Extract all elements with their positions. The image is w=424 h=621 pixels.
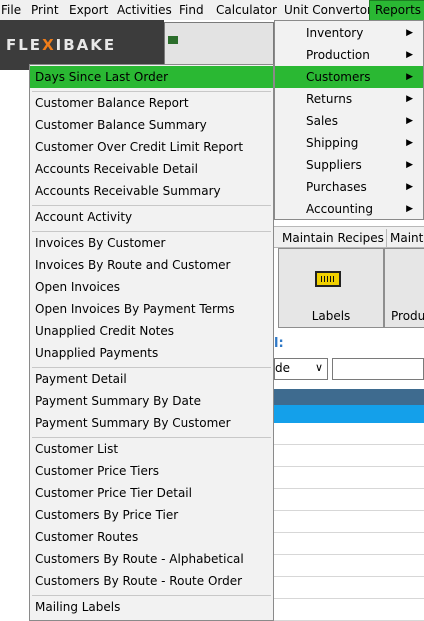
grid-selected-row[interactable] — [274, 405, 424, 423]
customers-item-ar-summary[interactable]: Accounts Receivable Summary — [30, 180, 273, 202]
folder-icon[interactable] — [168, 36, 178, 44]
reports-item-label: Shipping — [306, 136, 359, 150]
filter-input[interactable] — [332, 358, 424, 380]
customers-item-by-route-order[interactable]: Customers By Route - Route Order — [30, 570, 273, 592]
production-tile-label: Produ — [391, 309, 424, 323]
reports-item-label: Suppliers — [306, 158, 362, 172]
customers-item-customer-list[interactable]: Customer List — [30, 438, 273, 460]
reports-menu: Inventory ▶ Production ▶ Customers ▶ Return… — [274, 20, 424, 220]
reports-item-label: Accounting — [306, 202, 374, 216]
customers-item-days-since-last-order[interactable]: Days Since Last Order — [30, 66, 273, 88]
menu-export[interactable]: Export — [69, 0, 108, 20]
submenu-arrow-icon: ▶ — [406, 72, 413, 82]
chevron-down-icon: ∨ — [314, 361, 323, 374]
submenu-arrow-icon: ▶ — [406, 50, 413, 60]
reports-item-customers[interactable]: Customers ▶ — [275, 66, 423, 88]
menu-unit-convertor[interactable]: Unit Convertor — [284, 0, 372, 20]
labels-tile-label: Labels — [311, 309, 351, 323]
reports-item-label: Customers — [306, 70, 371, 84]
customers-item-over-credit-limit[interactable]: Customer Over Credit Limit Report — [30, 136, 273, 158]
customers-item-payment-summary-date[interactable]: Payment Summary By Date — [30, 390, 273, 412]
logo-text-x: X — [42, 36, 56, 54]
reports-item-label: Returns — [306, 92, 353, 106]
customers-item-unapplied-payments[interactable]: Unapplied Payments — [30, 342, 273, 364]
reports-item-sales[interactable]: Sales ▶ — [275, 110, 423, 132]
customers-item-mailing-labels[interactable]: Mailing Labels — [30, 596, 273, 618]
customers-item-payment-detail[interactable]: Payment Detail — [30, 368, 273, 390]
reports-item-label: Inventory — [306, 26, 364, 40]
barcode-lines — [321, 276, 335, 282]
logo-text-start: FLE — [6, 36, 43, 54]
submenu-arrow-icon: ▶ — [406, 138, 413, 148]
menu-file[interactable]: File — [1, 0, 21, 20]
grid-header — [274, 389, 424, 405]
customers-item-unapplied-credit-notes[interactable]: Unapplied Credit Notes — [30, 320, 273, 342]
customers-item-balance-report[interactable]: Customer Balance Report — [30, 92, 273, 114]
submenu-arrow-icon: ▶ — [406, 182, 413, 192]
flexibake-logo: FLEXIBAKE — [6, 36, 116, 54]
background-tab-row: Maintain Recipes Mainta — [274, 226, 424, 248]
labels-tile[interactable]: Labels — [278, 248, 384, 328]
customers-item-payment-summary-customer[interactable]: Payment Summary By Customer — [30, 412, 273, 434]
reports-item-accounting[interactable]: Accounting ▶ — [275, 198, 423, 220]
tab-maintain-other[interactable]: Mainta — [386, 229, 424, 247]
customers-submenu: Days Since Last Order Customer Balance R… — [29, 64, 274, 621]
reports-item-label: Production — [306, 48, 370, 62]
customers-item-open-invoices[interactable]: Open Invoices — [30, 276, 273, 298]
menu-print[interactable]: Print — [31, 0, 59, 20]
mode-select[interactable]: de ∨ — [274, 358, 328, 380]
customers-item-account-activity[interactable]: Account Activity — [30, 206, 273, 228]
customers-item-ar-detail[interactable]: Accounts Receivable Detail — [30, 158, 273, 180]
reports-item-suppliers[interactable]: Suppliers ▶ — [275, 154, 423, 176]
logo-text-end: IBAKE — [55, 36, 117, 54]
reports-item-shipping[interactable]: Shipping ▶ — [275, 132, 423, 154]
submenu-arrow-icon: ▶ — [406, 94, 413, 104]
submenu-arrow-icon: ▶ — [406, 160, 413, 170]
customers-item-balance-summary[interactable]: Customer Balance Summary — [30, 114, 273, 136]
labels-icon — [315, 271, 341, 287]
menu-calculator[interactable]: Calculator — [216, 0, 277, 20]
reports-item-inventory[interactable]: Inventory ▶ — [275, 22, 423, 44]
submenu-arrow-icon: ▶ — [406, 28, 413, 38]
production-tile[interactable]: Produ — [384, 248, 424, 328]
customers-item-price-tiers[interactable]: Customer Price Tiers — [30, 460, 273, 482]
customers-item-price-tier-detail[interactable]: Customer Price Tier Detail — [30, 482, 273, 504]
reports-item-purchases[interactable]: Purchases ▶ — [275, 176, 423, 198]
submenu-arrow-icon: ▶ — [406, 116, 413, 126]
menu-activities[interactable]: Activities — [117, 0, 172, 20]
menu-reports[interactable]: Reports — [369, 0, 424, 22]
customers-item-invoices-by-customer[interactable]: Invoices By Customer — [30, 232, 273, 254]
mode-select-value: de — [275, 361, 290, 375]
submenu-arrow-icon: ▶ — [406, 204, 413, 214]
customers-item-customer-routes[interactable]: Customer Routes — [30, 526, 273, 548]
menu-bar: File Print Export Activities Find Calcul… — [0, 0, 424, 22]
grid-body[interactable] — [274, 423, 424, 621]
reports-item-returns[interactable]: Returns ▶ — [275, 88, 423, 110]
menu-find[interactable]: Find — [179, 0, 204, 20]
section-label: l: — [274, 336, 284, 351]
customers-item-open-invoices-by-terms[interactable]: Open Invoices By Payment Terms — [30, 298, 273, 320]
customers-item-by-price-tier[interactable]: Customers By Price Tier — [30, 504, 273, 526]
reports-item-label: Sales — [306, 114, 338, 128]
reports-item-label: Purchases — [306, 180, 367, 194]
tab-maintain-recipes[interactable]: Maintain Recipes — [282, 229, 384, 247]
customers-item-by-route-alpha[interactable]: Customers By Route - Alphabetical — [30, 548, 273, 570]
customers-item-invoices-by-route[interactable]: Invoices By Route and Customer — [30, 254, 273, 276]
reports-item-production[interactable]: Production ▶ — [275, 44, 423, 66]
